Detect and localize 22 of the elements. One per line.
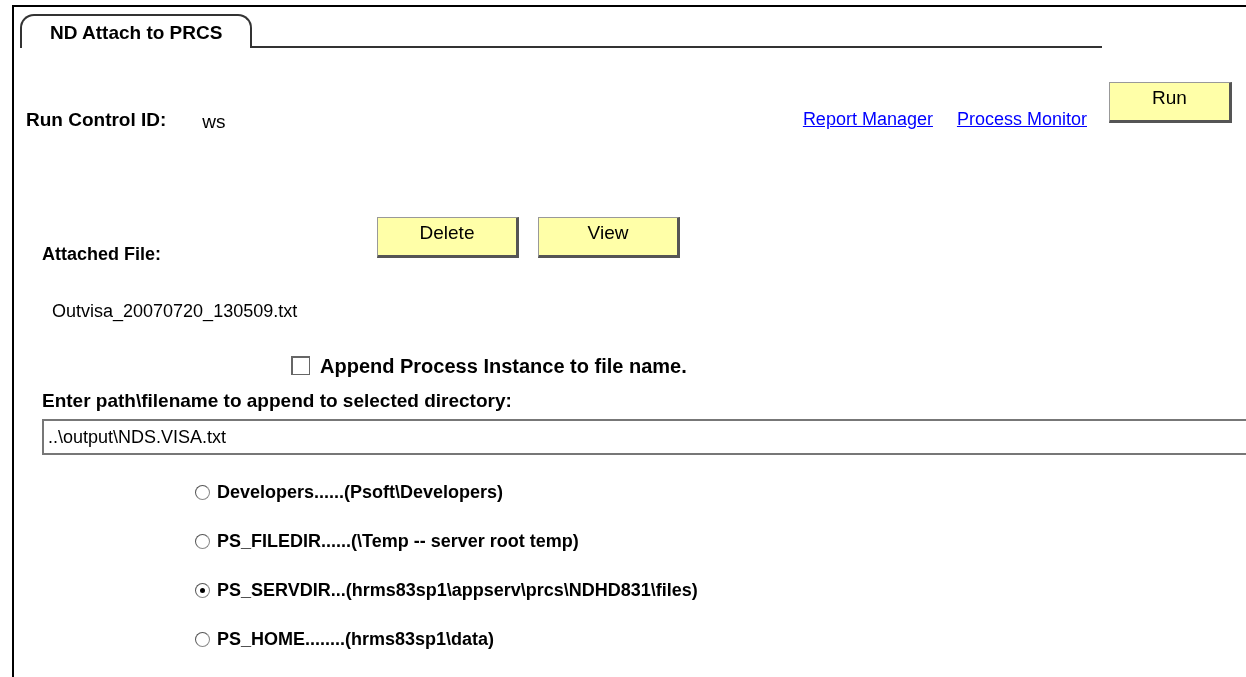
radio-label: PS_HOME........(hrms83sp1\data) [217, 628, 495, 651]
attached-file-label: Attached File: [42, 242, 161, 266]
view-button[interactable]: View [538, 216, 680, 258]
delete-button[interactable]: Delete [377, 216, 519, 258]
process-monitor-link[interactable]: Process Monitor [956, 106, 1087, 133]
radio-button[interactable] [195, 534, 210, 549]
run-button[interactable]: Run [1109, 82, 1232, 123]
radio-button[interactable] [195, 485, 210, 500]
radio-label: PS_SERVDIR...(hrms83sp1\appserv\prcs\NDHD831\files) [217, 579, 698, 602]
append-checkbox[interactable] [291, 356, 310, 375]
run-control-label: Run Control ID: [26, 108, 167, 132]
path-field[interactable]: ..\output\NDS.VISA.txt [42, 419, 1246, 455]
radio-button[interactable] [195, 583, 210, 598]
radio-label: Developers......(Psoft\Developers) [217, 481, 504, 504]
append-checkbox-label: Append Process Instance to file name. [320, 353, 687, 379]
page-tab[interactable]: ND Attach to PRCS [20, 14, 253, 48]
report-manager-link[interactable]: Report Manager [802, 106, 933, 133]
radio-label: PS_FILEDIR......(\Temp -- server root temp) [217, 530, 579, 553]
path-field-label: Enter path\filename to append to selected directory: [42, 388, 513, 413]
radio-button[interactable] [195, 632, 210, 647]
run-control-value: ws [202, 110, 226, 134]
attached-file-name: Outvisa_20070720_130509.txt [52, 299, 299, 324]
